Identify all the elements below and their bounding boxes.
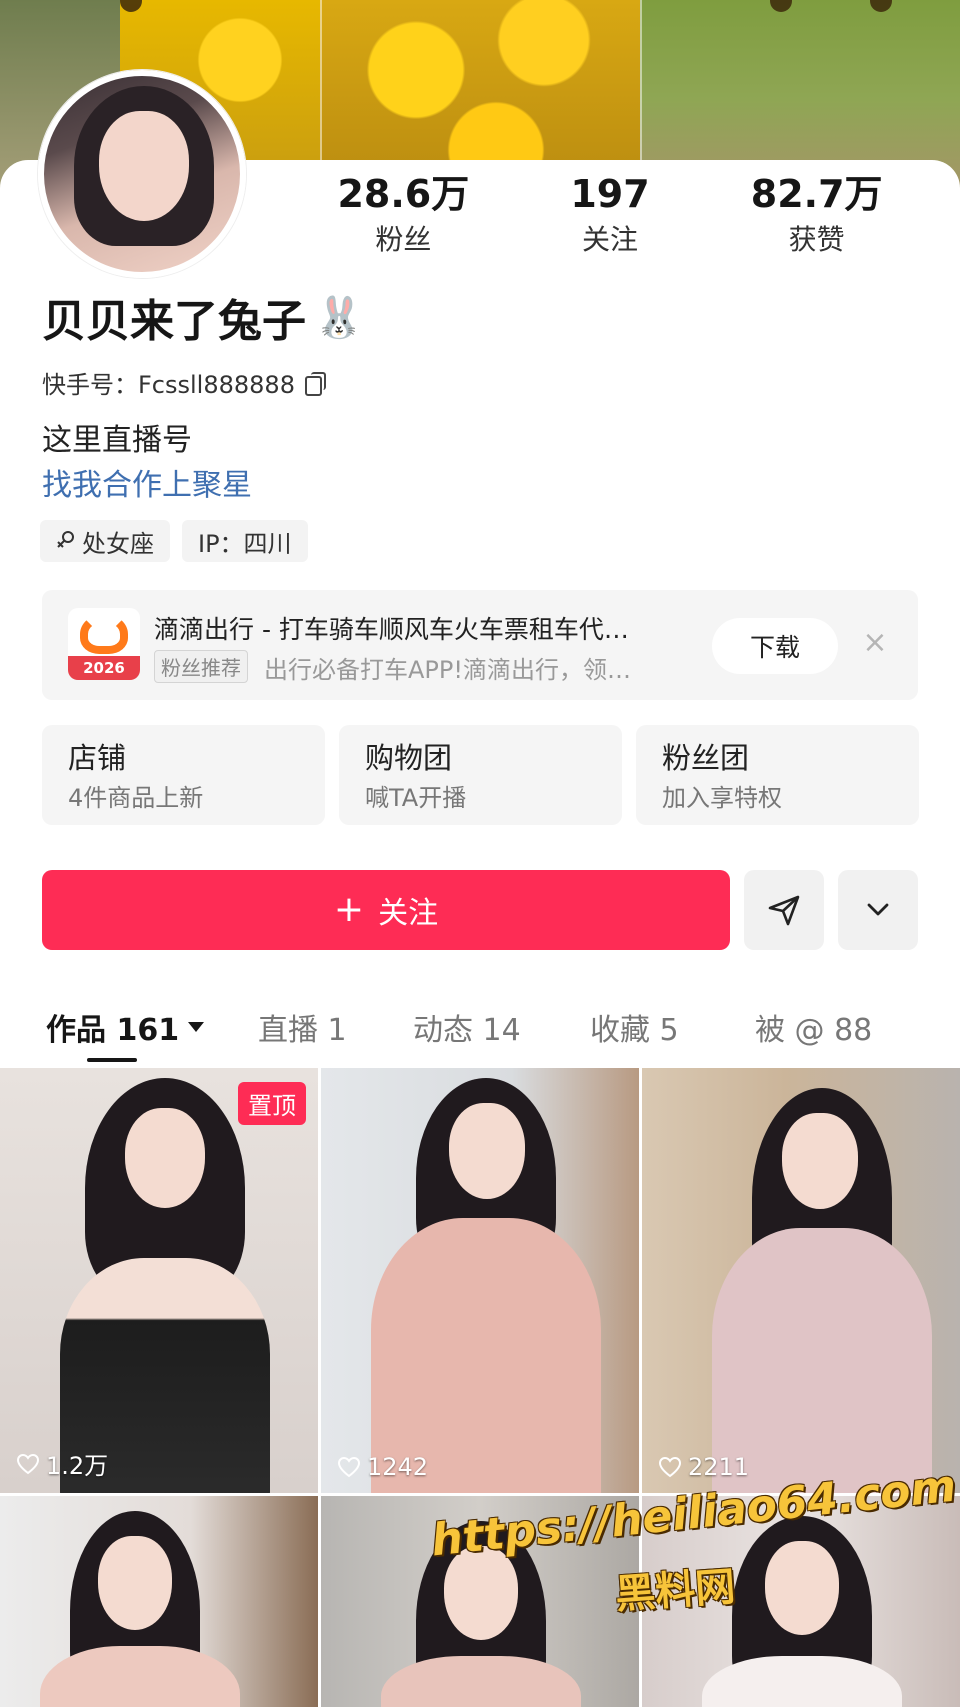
plus-icon: +	[333, 889, 365, 930]
entry-subtitle: 喊TA开播	[365, 784, 467, 812]
thumbnail-figure	[98, 1536, 172, 1630]
thumbnail-figure	[371, 1218, 601, 1493]
avatar-face	[99, 111, 189, 221]
copy-icon[interactable]	[304, 371, 326, 396]
entry-shop[interactable]: 店铺 4件商品上新	[42, 725, 325, 825]
heart-icon	[16, 1453, 40, 1474]
entry-cards: 店铺 4件商品上新 购物团 喊TA开播 粉丝团 加入享特权	[42, 725, 919, 825]
avatar[interactable]	[38, 70, 246, 278]
thumbnail-figure	[782, 1113, 858, 1209]
profile-actions: + 关注	[42, 870, 918, 950]
send-icon	[768, 895, 800, 926]
ad-banner[interactable]: 2026 滴滴出行 - 打车骑车顺风车火车票租车代… 粉丝推荐 出行必备打车AP…	[42, 590, 918, 700]
video-tile[interactable]: 置顶 1.2万	[0, 1068, 318, 1493]
tab-mentions[interactable]: 被 @ 88	[755, 1005, 872, 1049]
like-count: 2211	[658, 1453, 749, 1481]
ad-badge: 粉丝推荐	[154, 650, 248, 683]
active-tab-indicator	[87, 1058, 137, 1062]
like-count: 1.2万	[16, 1446, 108, 1481]
entry-title: 粉丝团	[662, 741, 750, 775]
follow-label: 关注	[378, 896, 439, 931]
logo-year: 2026	[68, 656, 140, 680]
close-icon[interactable]: ×	[860, 628, 890, 658]
like-count-text: 1.2万	[46, 1452, 109, 1480]
follow-button[interactable]: + 关注	[42, 870, 730, 950]
heart-icon	[337, 1456, 361, 1478]
stat-label: 获赞	[788, 223, 845, 256]
tab-label: 作品 161	[46, 1013, 180, 1048]
heart-icon	[658, 1456, 682, 1478]
stat-following[interactable]: 197 关注	[507, 170, 714, 270]
profile-name: 贝贝来了兔子 🐰	[42, 285, 364, 349]
caret-down-icon	[188, 1022, 205, 1032]
share-button[interactable]	[744, 870, 824, 950]
tab-moments[interactable]: 动态 14	[413, 1005, 521, 1049]
download-button[interactable]: 下载	[712, 618, 838, 674]
entry-fan-club[interactable]: 粉丝团 加入享特权	[636, 725, 919, 825]
tag-label: IP：四川	[198, 529, 292, 558]
didi-logo: 2026	[68, 608, 140, 680]
ad-description: 出行必备打车APP!滴滴出行，领…	[264, 656, 631, 684]
thumbnail-figure	[449, 1103, 525, 1199]
chevron-down-icon	[867, 903, 889, 916]
stat-likes[interactable]: 82.7万 获赞	[713, 170, 920, 270]
thumbnail-figure	[765, 1541, 839, 1635]
ad-title: 滴滴出行 - 打车骑车顺风车火车票租车代…	[154, 615, 629, 644]
kuaishou-id-text: 快手号：Fcssll888888	[42, 371, 295, 399]
profile-stats: 28.6万 粉丝 197 关注 82.7万 获赞	[300, 170, 920, 270]
stat-value: 197	[570, 172, 650, 216]
thumbnail-figure	[125, 1108, 205, 1208]
watermark-name: 黑料网	[613, 1563, 737, 1619]
entry-shopping-group[interactable]: 购物团 喊TA开播	[339, 725, 622, 825]
tab-live[interactable]: 直播 1	[258, 1005, 347, 1049]
video-tile[interactable]: 1242	[321, 1068, 639, 1493]
rabbit-emoji-icon: 🐰	[314, 294, 364, 341]
stat-value: 28.6万	[337, 172, 470, 216]
video-tile[interactable]	[0, 1496, 318, 1707]
profile-tags: 处女座 IP：四川	[40, 520, 308, 562]
tag-label: 处女座	[82, 529, 154, 558]
entry-subtitle: 加入享特权	[662, 784, 782, 812]
entry-title: 店铺	[68, 741, 127, 775]
stat-followers[interactable]: 28.6万 粉丝	[300, 170, 507, 270]
tab-works[interactable]: 作品 161	[46, 1005, 205, 1049]
stat-label: 关注	[582, 223, 639, 256]
stat-value: 82.7万	[750, 172, 883, 216]
profile-name-text: 贝贝来了兔子	[42, 296, 306, 347]
more-button[interactable]	[838, 870, 918, 950]
stat-label: 粉丝	[375, 223, 432, 256]
didi-mark	[80, 614, 128, 654]
tag-ip: IP：四川	[182, 520, 308, 562]
entry-title: 购物团	[365, 741, 453, 775]
like-count-text: 2211	[688, 1453, 750, 1481]
pinned-badge: 置顶	[238, 1082, 306, 1125]
bio-line: 这里直播号	[42, 423, 192, 458]
tab-favorites[interactable]: 收藏 5	[590, 1005, 679, 1049]
female-icon	[57, 531, 74, 548]
bio-link[interactable]: 找我合作上聚星	[42, 460, 252, 504]
like-count: 1242	[337, 1453, 428, 1481]
like-count-text: 1242	[367, 1453, 429, 1481]
entry-subtitle: 4件商品上新	[68, 784, 204, 812]
kuaishou-id: 快手号：Fcssll888888	[42, 365, 326, 400]
video-tile[interactable]: 2211	[642, 1068, 960, 1493]
tag-zodiac: 处女座	[40, 520, 170, 562]
